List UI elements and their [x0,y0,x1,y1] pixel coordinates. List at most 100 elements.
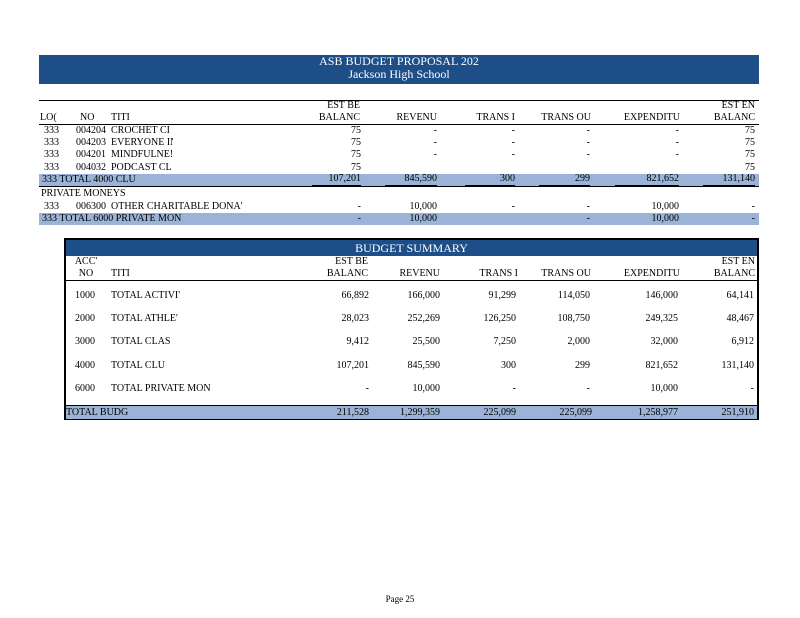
school-name: Jackson High School [348,68,450,81]
col-revenue: REVENU [396,112,437,123]
row-trans-in: - [511,149,515,161]
col-est-beg-top: EST BE [327,100,360,111]
budget-summary-title: BUDGET SUMMARY [66,240,757,256]
summary-row-title: TOTAL PRIVATE MON [111,382,211,394]
col-trans-out: TRANS OU [541,112,591,123]
row-est-end: 75 [745,137,755,149]
private-total-exp: 10,000 [651,213,680,224]
private-total-est-end: - [751,213,755,224]
detail-header-top-rule [39,100,759,101]
private-total-label: 333 TOTAL 6000 PRIVATE MON [42,213,182,224]
private-moneys-heading: PRIVATE MONEYS [41,188,126,199]
row-trans-in: - [511,137,515,149]
row-exp: - [675,125,679,136]
row-revenue: - [433,125,437,136]
summary-col-title: TITI [111,268,130,279]
club-total-revenue: 845,590 [385,173,437,186]
private-row-title: OTHER CHARITABLE DONA' [111,201,243,212]
summary-row-acct: 3000 [75,336,95,348]
club-total-est-end: 131,140 [703,173,755,186]
col-est-beg: BALANC [318,112,360,123]
row-loc: 333 [44,149,59,161]
summary-row-acct: 2000 [75,313,95,325]
private-total-est-beg: - [357,213,361,224]
summary-row-revenue: 252,269 [407,313,441,325]
row-title: PODCAST CL [111,161,172,173]
summary-col-trans-out: TRANS OU [541,268,591,279]
row-est-beg: 75 [351,161,361,173]
row-no: 004032 [76,161,106,173]
summary-header-rule [66,280,757,281]
summary-row-revenue: 845,590 [407,359,441,371]
row-est-end: 75 [745,125,755,136]
summary-row-trans-out: 2,000 [567,336,591,348]
summary-row-trans-out: 299 [575,359,590,371]
summary-row-est-beg: 28,023 [341,313,370,325]
summary-row-trans-out: - [586,382,590,394]
summary-col-est-end: BALANC [713,268,755,279]
row-est-beg: 75 [351,125,361,136]
summary-row-revenue: 10,000 [412,382,441,394]
summary-total-est-beg: 211,528 [336,407,369,418]
summary-total-trans-in: 225,099 [483,407,517,418]
summary-row-est-end: 64,141 [726,290,755,301]
row-trans-out: - [586,125,590,136]
club-total-est-beg: 107,201 [312,173,361,186]
club-total-trans-in: 300 [465,173,515,186]
row-est-beg: 75 [351,137,361,149]
summary-total-revenue: 1,299,359 [400,407,440,418]
col-trans-in: TRANS I [476,112,515,123]
row-revenue: - [433,137,437,149]
summary-row-title: TOTAL ACTIVI' [111,290,181,301]
summary-row-trans-in: 300 [501,359,516,371]
summary-col-est-beg: BALANC [326,268,368,279]
row-trans-out: - [586,137,590,149]
row-no: 004204 [76,125,106,136]
summary-col-expenditures: EXPENDITU [623,268,680,279]
summary-row-title: TOTAL CLU [111,359,165,371]
private-total-revenue: 10,000 [409,213,438,224]
summary-col-est-end-top: EST EN [721,256,755,267]
summary-row-revenue: 166,000 [407,290,441,301]
row-est-end: 75 [745,161,755,173]
summary-total-row: TOTAL BUDG 211,528 1,299,359 225,099 225… [66,405,757,419]
summary-row-exp: 249,325 [645,313,679,325]
col-title: TITI [111,112,130,123]
summary-row-trans-in: 126,250 [483,313,517,325]
summary-total-exp: 1,258,977 [638,407,678,418]
summary-row-revenue: 25,500 [412,336,441,348]
row-loc: 333 [44,137,59,149]
report-title: ASB BUDGET PROPOSAL 202 [319,55,479,68]
summary-row-est-beg: 107,201 [336,359,370,371]
summary-row-exp: 10,000 [650,382,679,394]
report-banner: ASB BUDGET PROPOSAL 202 Jackson High Sch… [39,55,759,84]
row-title: MINDFULNE! [111,149,173,161]
club-total-trans-out: 299 [539,173,590,186]
col-loc: LO( [40,112,57,123]
summary-row-exp: 32,000 [650,336,679,348]
row-est-beg: 75 [351,149,361,161]
row-est-end: 75 [745,149,755,161]
summary-col-est-beg-top: EST BE [335,256,368,267]
row-loc: 333 [44,125,59,136]
row-title: CROCHET CI [111,125,170,136]
col-no: NO [80,112,95,123]
summary-row-est-end: 48,467 [726,313,755,325]
summary-row-acct: 1000 [75,290,95,301]
summary-total-est-end: 251,910 [721,407,755,418]
summary-row-trans-in: 91,299 [488,290,517,301]
row-revenue: - [433,149,437,161]
summary-row-acct: 4000 [75,359,95,371]
summary-col-revenue: REVENU [399,268,440,279]
row-loc: 333 [44,161,59,173]
summary-col-acct: NO [78,268,94,279]
private-total-row: 333 TOTAL 6000 PRIVATE MON - 10,000 - 10… [39,213,759,225]
col-expenditures: EXPENDITU [623,112,680,123]
summary-col-trans-in: TRANS I [479,268,518,279]
summary-row-est-end: 6,912 [731,336,755,348]
summary-row-est-beg: - [365,382,369,394]
page-number: Page 25 [385,594,415,604]
summary-row-trans-in: - [512,382,516,394]
summary-total-label: TOTAL BUDG [66,407,129,418]
club-total-exp: 821,652 [615,173,679,186]
